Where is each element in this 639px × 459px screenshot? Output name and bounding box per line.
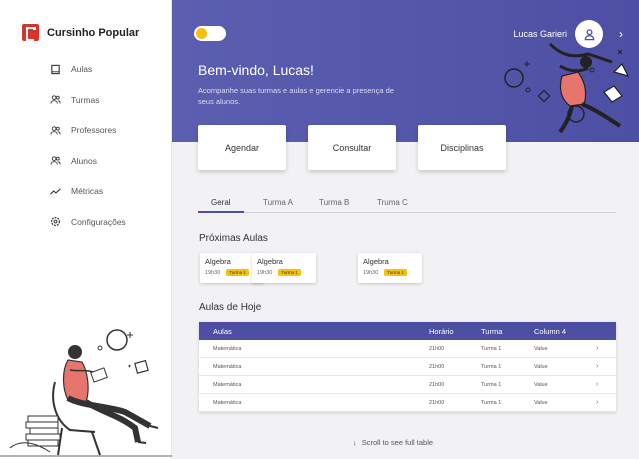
- tab-turma-a[interactable]: Turma A: [263, 198, 293, 207]
- chart-line-icon: [50, 186, 61, 197]
- class-badge: Turma 1: [384, 269, 407, 276]
- lesson-time: 19h30: [363, 269, 379, 276]
- sidebar-item-turmas[interactable]: Turmas: [50, 85, 126, 116]
- cell-horario: 21h00: [429, 345, 445, 352]
- class-badge: Turma 1: [278, 269, 301, 276]
- class-badge: Turma 1: [226, 269, 249, 276]
- upcoming-title: Próximas Aulas: [199, 233, 268, 244]
- chevron-right-icon[interactable]: ›: [596, 381, 616, 388]
- sidebar-item-label: Turmas: [71, 94, 100, 105]
- scroll-hint[interactable]: ↓ Scroll to see full table: [353, 438, 433, 447]
- sidebar: Cursinho Popular Aulas Turmas Professore…: [0, 0, 172, 459]
- cell-turma: Turma 1: [481, 363, 502, 370]
- table-row[interactable]: Matemática 21h00 Turma 1 Value ›: [199, 358, 616, 376]
- column-header[interactable]: Horário: [429, 327, 481, 336]
- sidebar-item-metricas[interactable]: Métricas: [50, 176, 126, 207]
- table-header: Aulas Horário Turma Column 4: [199, 322, 616, 340]
- app-logo[interactable]: Cursinho Popular: [22, 24, 139, 41]
- book-icon: [50, 64, 61, 75]
- welcome-title: Bem-vindo, Lucas!: [198, 62, 314, 78]
- sidebar-item-label: Alunos: [71, 155, 97, 166]
- arrow-down-icon: ↓: [353, 438, 357, 447]
- column-header[interactable]: Turma: [481, 327, 534, 336]
- logo-icon: [22, 24, 39, 41]
- lesson-card[interactable]: Algebra 19h30 Turma 1: [358, 253, 422, 283]
- reading-person-illustration: [0, 329, 172, 457]
- users-icon: [50, 155, 61, 166]
- sidebar-item-professores[interactable]: Professores: [50, 115, 126, 146]
- today-title: Aulas de Hoje: [199, 302, 262, 313]
- cell-aula: Matemática: [213, 381, 242, 388]
- lesson-time: 19h30: [205, 269, 221, 276]
- disciplinas-button[interactable]: Disciplinas: [418, 125, 506, 170]
- column-header[interactable]: Column 4: [534, 327, 596, 336]
- gear-icon: [50, 216, 61, 227]
- users-icon: [50, 94, 61, 105]
- cell-horario: 21h00: [429, 381, 445, 388]
- sidebar-item-aulas[interactable]: Aulas: [50, 54, 126, 85]
- column-header[interactable]: Aulas: [199, 327, 429, 336]
- cell-turma: Turma 1: [481, 399, 502, 406]
- welcome-subtitle: Acompanhe suas turmas e aulas e gerencie…: [198, 86, 394, 106]
- cell-value: Value: [534, 399, 548, 406]
- cell-value: Value: [534, 345, 548, 352]
- cell-horario: 21h00: [429, 399, 445, 406]
- cell-horario: 21h00: [429, 363, 445, 370]
- lesson-time: 19h30: [257, 269, 273, 276]
- lesson-subject: Algebra: [257, 257, 283, 266]
- dancing-person-illustration: [504, 42, 630, 134]
- cell-value: Value: [534, 381, 548, 388]
- cell-aula: Matemática: [213, 345, 242, 352]
- tab-turma-c[interactable]: Truma C: [377, 198, 408, 207]
- welcome-header: Lucas Garieri › Bem-vindo, Lucas! Acompa…: [172, 0, 639, 142]
- sidebar-item-label: Métricas: [71, 186, 104, 197]
- app-name: Cursinho Popular: [47, 26, 140, 39]
- today-table: Aulas Horário Turma Column 4 Matemática …: [199, 322, 616, 412]
- tab-turma-b[interactable]: Turma B: [319, 198, 349, 207]
- chevron-right-icon[interactable]: ›: [596, 363, 616, 370]
- cell-value: Value: [534, 363, 548, 370]
- table-row[interactable]: Matemática 21h00 Turma 1 Value ›: [199, 394, 616, 412]
- lesson-card[interactable]: Algebra 19h30 Turma 1: [252, 253, 316, 283]
- table-row[interactable]: Matemática 21h00 Turma 1 Value ›: [199, 340, 616, 358]
- table-row[interactable]: Matemática 21h00 Turma 1 Value ›: [199, 376, 616, 394]
- tab-geral[interactable]: Geral: [211, 198, 231, 207]
- sidebar-item-label: Configurações: [71, 216, 126, 227]
- sidebar-item-alunos[interactable]: Alunos: [50, 146, 126, 177]
- sidebar-item-configuracoes[interactable]: Configurações: [50, 207, 126, 238]
- sidebar-nav: Aulas Turmas Professores Alunos Métricas…: [50, 54, 126, 237]
- cell-aula: Matemática: [213, 363, 242, 370]
- cell-turma: Turma 1: [481, 381, 502, 388]
- class-tabs: Geral Turma A Turma B Truma C: [198, 195, 616, 213]
- sun-icon: [196, 28, 207, 39]
- sidebar-item-label: Professores: [71, 125, 117, 136]
- chevron-right-icon[interactable]: ›: [596, 399, 616, 406]
- cell-aula: Matemática: [213, 399, 242, 406]
- cell-turma: Turma 1: [481, 345, 502, 352]
- lesson-subject: Algebra: [363, 257, 389, 266]
- app-root: Cursinho Popular Aulas Turmas Professore…: [0, 0, 639, 459]
- theme-toggle[interactable]: [194, 26, 226, 41]
- agendar-button[interactable]: Agendar: [198, 125, 286, 170]
- sidebar-item-label: Aulas: [71, 64, 93, 75]
- scroll-hint-label: Scroll to see full table: [361, 438, 434, 447]
- consultar-button[interactable]: Consultar: [308, 125, 396, 170]
- users-icon: [50, 125, 61, 136]
- lesson-subject: Algebra: [205, 257, 231, 266]
- chevron-right-icon[interactable]: ›: [596, 345, 616, 352]
- active-tab-indicator: [198, 211, 244, 213]
